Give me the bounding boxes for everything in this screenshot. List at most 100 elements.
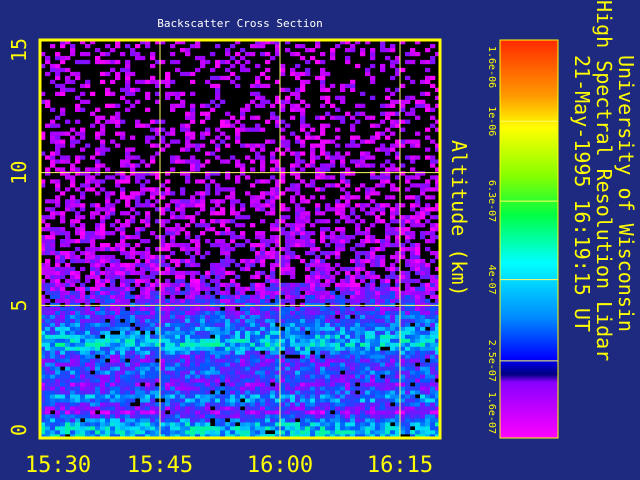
heatmap-cell [80,135,86,140]
heatmap-cell [45,227,51,232]
heatmap-cell [320,306,326,311]
heatmap-cell [85,286,91,292]
heatmap-cell [410,414,416,419]
heatmap-cell [95,183,101,188]
heatmap-cell [295,294,301,299]
heatmap-cell [340,155,346,160]
heatmap-cell [150,266,156,272]
heatmap-cell [70,71,76,77]
heatmap-cell [80,258,86,264]
heatmap-cell [200,135,206,140]
heatmap-cell [85,167,91,172]
heatmap-cell [60,358,66,363]
heatmap-cell [265,51,271,57]
heatmap-cell [120,266,126,272]
heatmap-cell [360,378,366,383]
heatmap-cell [110,59,116,65]
heatmap-cell [390,382,396,387]
heatmap-cell [305,426,311,431]
heatmap-cell [370,322,376,327]
heatmap-cell [220,250,226,256]
heatmap-cell [315,211,321,216]
heatmap-cell [255,258,261,264]
heatmap-cell [75,314,81,319]
heatmap-cell [255,290,261,296]
heatmap-cell [170,370,176,375]
heatmap-cell [385,418,391,423]
heatmap-cell [220,366,226,371]
heatmap-cell [245,374,251,379]
heatmap-cell [255,302,261,307]
heatmap-cell [195,366,201,371]
heatmap-cell [235,215,241,220]
heatmap-cell [260,179,266,184]
heatmap-cell [200,322,206,327]
heatmap-cell [210,83,216,89]
heatmap-cell [390,286,396,292]
heatmap-cell [430,155,436,160]
heatmap-cell [95,306,101,311]
heatmap-cell [410,290,416,296]
heatmap-cell [380,430,386,435]
heatmap-cell [280,290,286,296]
heatmap-cell [45,314,51,319]
heatmap-cell [300,123,306,128]
heatmap-cell [240,171,246,176]
heatmap-cell [200,231,206,236]
heatmap-cell [185,350,191,355]
heatmap-cell [355,410,361,415]
heatmap-cell [65,231,71,236]
heatmap-cell [145,302,151,307]
heatmap-cell [150,306,156,311]
heatmap-cell [170,330,176,335]
heatmap-cell [210,99,216,104]
heatmap-cell [295,135,301,140]
heatmap-cell [260,286,266,292]
heatmap-cell [405,326,411,331]
heatmap-cell [170,346,176,351]
heatmap-cell [195,211,201,216]
heatmap-cell [320,266,326,272]
heatmap-cell [365,346,371,351]
heatmap-cell [320,195,326,200]
heatmap-cell [250,418,256,423]
heatmap-cell [280,231,286,236]
heatmap-cell [130,366,136,371]
heatmap-cell [300,430,306,435]
heatmap-cell [425,342,431,347]
heatmap-cell [405,318,411,323]
heatmap-cell [300,195,306,200]
heatmap-cell [220,242,226,248]
heatmap-cell [325,71,331,77]
heatmap-cell [325,422,331,427]
heatmap-cell [165,430,171,435]
heatmap-cell [250,350,256,355]
heatmap-cell [55,115,61,120]
heatmap-cell [115,382,121,387]
heatmap-cell [415,242,421,248]
heatmap-cell [320,87,326,93]
heatmap-cell [220,402,226,407]
heatmap-cell [315,374,321,379]
heatmap-cell [70,398,76,403]
heatmap-cell [350,402,356,407]
heatmap-cell [350,338,356,343]
heatmap-cell [60,342,66,347]
heatmap-cell [295,350,301,355]
heatmap-cell [245,262,251,268]
heatmap-cell [230,71,236,77]
heatmap-cell [260,310,266,315]
heatmap-cell [410,203,416,208]
heatmap-cell [70,270,76,276]
heatmap-cell [100,131,106,136]
heatmap-cell [70,127,76,132]
heatmap-cell [410,366,416,371]
heatmap-cell [205,282,211,288]
heatmap-cell [250,326,256,331]
heatmap-cell [200,223,206,228]
heatmap-cell [160,310,166,315]
heatmap-cell [180,199,186,204]
heatmap-cell [220,358,226,363]
heatmap-cell [410,59,416,65]
heatmap-cell [240,366,246,371]
